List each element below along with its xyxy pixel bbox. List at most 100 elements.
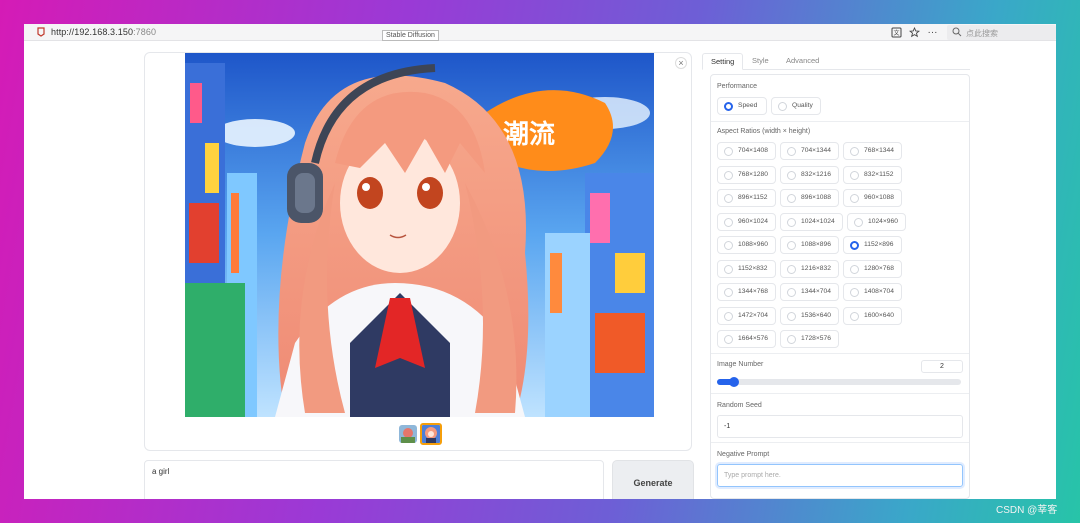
radio-indicator: [850, 170, 859, 180]
image-number-slider[interactable]: [717, 377, 961, 387]
radio-aspect-768×1344[interactable]: 768×1344: [843, 142, 902, 160]
browser-search-box[interactable]: 点此搜索: [947, 25, 1056, 40]
radio-indicator: [724, 147, 733, 156]
address-bar[interactable]: http://192.168.3.150:7860: [51, 27, 156, 37]
radio-label: 1152×832: [738, 264, 768, 272]
aspect-ratio-section: Aspect Ratios (width × height) 704×1408 7…: [711, 122, 969, 354]
radio-aspect-768×1280[interactable]: 768×1280: [717, 165, 776, 184]
gallery-thumbnail-1[interactable]: [399, 425, 417, 443]
radio-aspect-704×1408[interactable]: 704×1408: [717, 142, 776, 160]
more-icon[interactable]: ···: [927, 27, 938, 38]
radio-label: 832×1216: [801, 170, 831, 178]
radio-label: Speed: [738, 102, 758, 109]
radio-label: 960×1088: [864, 194, 894, 201]
generate-button[interactable]: Generate: [612, 460, 694, 499]
image-number-section: Image Number 2: [711, 354, 969, 394]
radio-indicator: [787, 147, 796, 156]
search-placeholder: 点此搜索: [966, 29, 998, 38]
radio-indicator: [787, 217, 796, 227]
svg-text:文: 文: [894, 29, 900, 37]
radio-aspect-1088×960[interactable]: 1088×960: [717, 236, 776, 254]
radio-label: 960×1024: [738, 217, 768, 225]
thumbnail-image: [399, 425, 417, 443]
search-icon: [952, 27, 962, 37]
radio-aspect-960×1024[interactable]: 960×1024: [717, 212, 776, 231]
negative-prompt-input[interactable]: Type prompt here.: [717, 464, 963, 487]
radio-aspect-1280×768[interactable]: 1280×768: [843, 259, 902, 278]
radio-label: 1216×832: [801, 264, 831, 272]
radio-label: 1408×704: [864, 288, 894, 295]
radio-label: 704×1344: [801, 147, 831, 154]
radio-aspect-1024×1024[interactable]: 1024×1024: [780, 212, 843, 231]
prompt-input[interactable]: a girl: [144, 460, 604, 499]
radio-indicator: [850, 194, 859, 203]
site-security-icon[interactable]: [36, 27, 46, 37]
radio-indicator: [724, 194, 733, 203]
anime-girl-illustration: 潮流: [185, 53, 654, 417]
radio-aspect-1344×704[interactable]: 1344×704: [780, 283, 839, 301]
tab-advanced[interactable]: Advanced: [778, 53, 827, 70]
radio-label: Quality: [792, 102, 813, 109]
radio-label: 1280×768: [864, 264, 894, 272]
radio-aspect-1536×640[interactable]: 1536×640: [780, 306, 839, 325]
radio-label: 896×1152: [738, 194, 768, 201]
radio-label: 1088×896: [801, 241, 831, 248]
radio-aspect-704×1344[interactable]: 704×1344: [780, 142, 839, 160]
tab-setting[interactable]: Setting: [702, 53, 744, 70]
radio-aspect-960×1088[interactable]: 960×1088: [843, 189, 902, 207]
radio-aspect-1728×576[interactable]: 1728×576: [780, 330, 839, 348]
radio-label: 832×1152: [864, 170, 894, 178]
thumbnail-image: [422, 425, 440, 443]
radio-indicator: [850, 311, 859, 321]
radio-indicator: [850, 241, 859, 250]
radio-indicator: [787, 241, 796, 250]
radio-aspect-832×1216[interactable]: 832×1216: [780, 165, 839, 184]
radio-aspect-1472×704[interactable]: 1472×704: [717, 306, 776, 325]
radio-indicator: [724, 311, 733, 321]
radio-aspect-896×1088[interactable]: 896×1088: [780, 189, 839, 207]
radio-label: 896×1088: [801, 194, 831, 201]
generated-image[interactable]: 潮流: [185, 53, 654, 417]
radio-indicator: [787, 194, 796, 203]
radio-label: 1600×640: [864, 311, 894, 319]
radio-label: 1088×960: [738, 241, 768, 248]
gallery-thumbnail-2[interactable]: [420, 423, 442, 445]
radio-aspect-1152×896[interactable]: 1152×896: [843, 236, 902, 254]
settings-tabs: Setting Style Advanced: [702, 52, 970, 70]
radio-aspect-832×1152[interactable]: 832×1152: [843, 165, 902, 184]
radio-aspect-1088×896[interactable]: 1088×896: [780, 236, 839, 254]
svg-text:潮流: 潮流: [503, 120, 555, 150]
browser-toolbar: http://192.168.3.150:7860 Stable Diffusi…: [24, 24, 1056, 41]
close-gallery-button[interactable]: ×: [675, 57, 687, 69]
radio-aspect-896×1152[interactable]: 896×1152: [717, 189, 776, 207]
radio-aspect-1600×640[interactable]: 1600×640: [843, 306, 902, 325]
radio-label: 1152×896: [864, 241, 894, 248]
tab-style[interactable]: Style: [744, 53, 777, 70]
radio-quality[interactable]: Quality: [771, 97, 821, 115]
translate-icon[interactable]: 文: [891, 27, 902, 38]
radio-label: 1728×576: [801, 335, 831, 342]
radio-indicator: [850, 147, 859, 156]
radio-aspect-1344×768[interactable]: 1344×768: [717, 283, 776, 301]
radio-aspect-1408×704[interactable]: 1408×704: [843, 283, 902, 301]
seed-input[interactable]: -1: [717, 415, 963, 438]
star-icon[interactable]: [909, 27, 920, 38]
negative-prompt-section: Negative Prompt Type prompt here.: [711, 443, 969, 498]
radio-aspect-1152×832[interactable]: 1152×832: [717, 259, 776, 278]
radio-aspect-1216×832[interactable]: 1216×832: [780, 259, 839, 278]
radio-label: 1536×640: [801, 311, 831, 319]
radio-aspect-1664×576[interactable]: 1664×576: [717, 330, 776, 348]
slider-handle[interactable]: [729, 377, 740, 387]
radio-aspect-1024×960[interactable]: 1024×960: [847, 212, 906, 231]
settings-panel: Performance Speed Quality Aspect Ratios …: [710, 74, 970, 499]
radio-label: 1344×704: [801, 288, 831, 295]
radio-indicator: [724, 288, 733, 297]
radio-indicator: [854, 217, 863, 227]
radio-label: 1024×1024: [801, 217, 835, 225]
radio-speed[interactable]: Speed: [717, 97, 767, 115]
image-number-label: Image Number: [717, 361, 764, 368]
radio-indicator: [850, 264, 859, 274]
image-number-input[interactable]: 2: [921, 360, 963, 373]
radio-indicator: [724, 264, 733, 274]
radio-indicator: [724, 170, 733, 180]
